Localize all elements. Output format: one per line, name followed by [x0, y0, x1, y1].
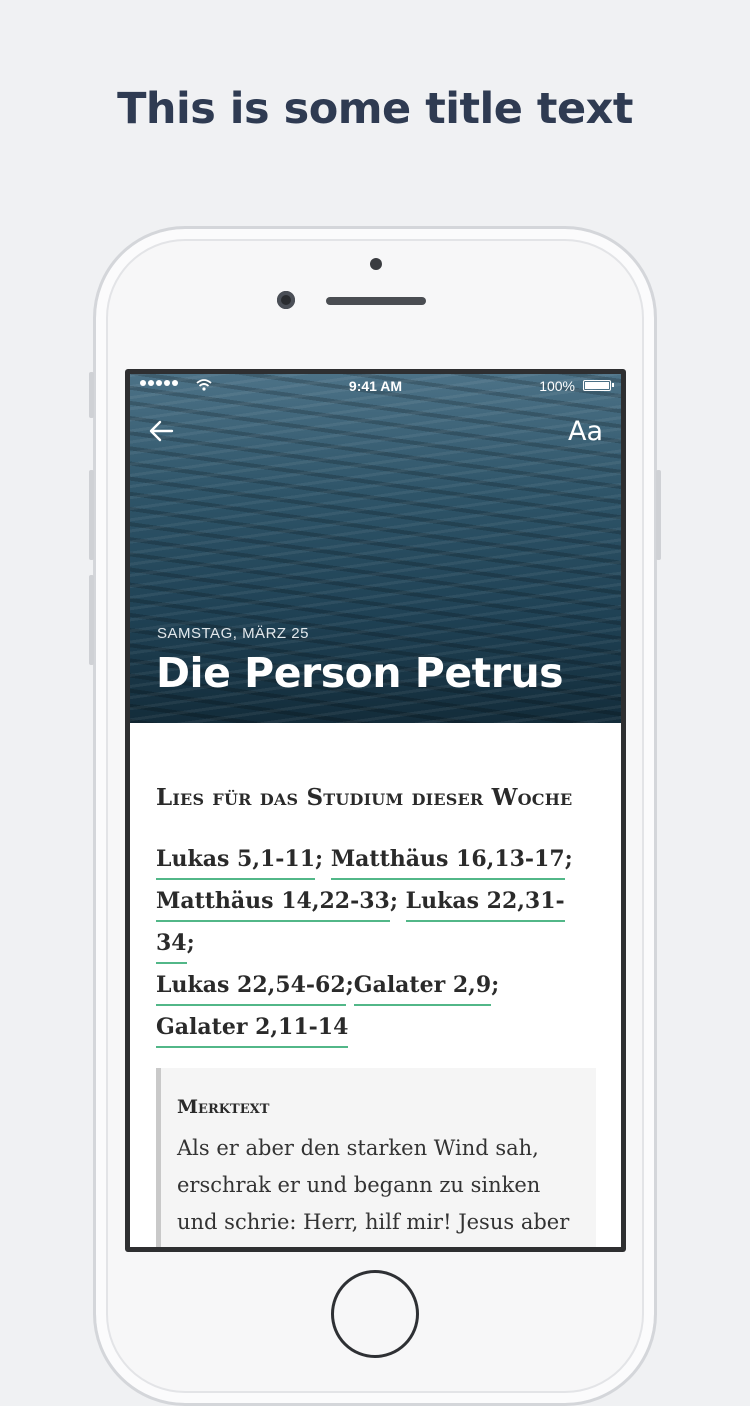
reference-link[interactable]: Matthäus 16,13-17: [330, 846, 565, 880]
status-bar: 9:41 AM 100%: [130, 374, 621, 400]
earpiece-speaker: [326, 297, 426, 305]
page-headline: This is some title text: [117, 84, 633, 134]
lesson-date: SAMSTAG, MÄRZ 25: [157, 625, 309, 642]
reference-link[interactable]: Galater 2,9: [353, 972, 492, 1006]
home-button[interactable]: [331, 1270, 419, 1358]
font-settings-button[interactable]: Aa: [568, 416, 603, 447]
memory-verse-title: Merktext: [177, 1096, 270, 1118]
volume-up-button: [89, 470, 94, 560]
proximity-sensor: [370, 258, 382, 270]
volume-down-button: [89, 575, 94, 665]
reference-link[interactable]: Galater 2,11-14: [156, 1014, 349, 1048]
lesson-content: Lies für das Studium dieser Woche Lukas …: [156, 723, 596, 1247]
memory-verse-box: Merktext Als er aber den starken Wind sa…: [156, 1068, 596, 1247]
lesson-title: Die Person Petrus: [156, 649, 564, 697]
power-button: [656, 470, 661, 560]
mute-switch: [89, 372, 94, 418]
front-camera: [277, 291, 295, 309]
phone-screen: 9:41 AM 100% Aa SAMSTAG, MÄRZ 25 Die Per…: [125, 369, 626, 1252]
battery-percentage: 100%: [539, 378, 575, 394]
hero-image: 9:41 AM 100% Aa SAMSTAG, MÄRZ 25 Die Per…: [130, 374, 621, 723]
font-settings-label: Aa: [567, 416, 603, 447]
reference-link[interactable]: Lukas 22,54-62: [156, 972, 346, 1006]
memory-verse-text: Als er aber den starken Wind sah, erschr…: [177, 1136, 570, 1234]
reference-link[interactable]: Lukas 5,1-11: [156, 846, 316, 880]
battery-icon: [583, 380, 614, 391]
back-arrow-icon[interactable]: [146, 414, 180, 448]
reading-references: Lukas 5,1-11; Matthäus 16,13-17; Matthäu…: [156, 838, 596, 1048]
reference-link[interactable]: Matthäus 14,22-33: [156, 888, 390, 922]
reading-section-title: Lies für das Studium dieser Woche: [156, 784, 573, 811]
